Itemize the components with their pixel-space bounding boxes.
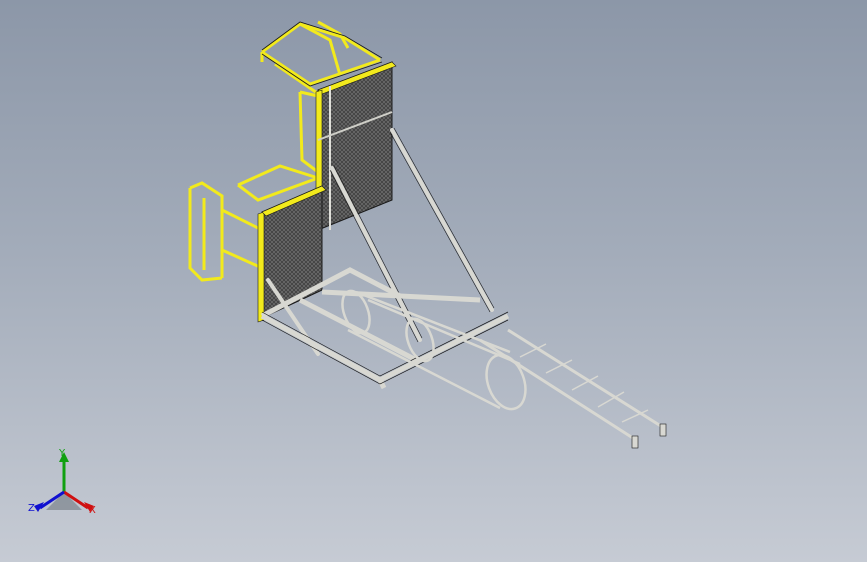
ladder[interactable] [479, 328, 667, 449]
z-axis-label: Z [28, 503, 35, 514]
graphics-viewport[interactable]: X Y Z [0, 0, 867, 562]
cad-model[interactable] [0, 0, 867, 562]
y-axis-label: Y [59, 448, 66, 459]
view-orientation-triad[interactable]: X Y Z [24, 448, 104, 528]
triad-graphic [34, 452, 94, 512]
x-axis-label: X [89, 505, 96, 516]
